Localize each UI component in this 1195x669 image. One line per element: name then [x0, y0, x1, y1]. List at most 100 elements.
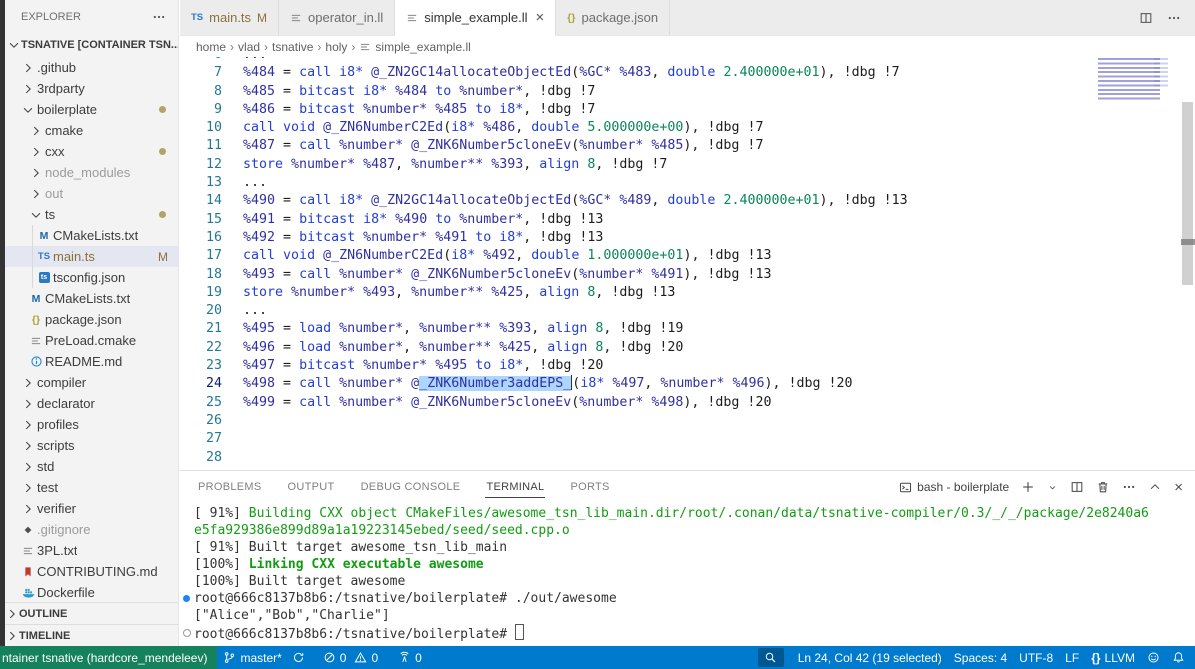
panel-tab-ports[interactable]: PORTS: [569, 477, 610, 498]
tree-folder-profiles[interactable]: profiles: [5, 414, 178, 435]
tree-file-cmakelists-txt[interactable]: M CMakeLists.txt: [5, 288, 178, 309]
panel-tab-problems[interactable]: PROBLEMS: [197, 477, 263, 498]
tree-folder-3rdparty[interactable]: 3rdparty: [5, 78, 178, 99]
panel-tab-terminal[interactable]: TERMINAL: [485, 477, 546, 498]
chevron-right-icon: [27, 124, 45, 138]
tree-folder-declarator[interactable]: declarator: [5, 393, 178, 414]
tree-file-cmakelists-txt[interactable]: M CMakeLists.txt: [5, 225, 178, 246]
more-actions-icon[interactable]: [1167, 11, 1181, 25]
tree-item-label: package.json: [45, 312, 122, 327]
sidebar-panel-outline[interactable]: OUTLINE: [5, 602, 178, 624]
file-tree: .github 3rdparty boilerplate cmake cxx node_m…: [5, 57, 178, 603]
panel-tab-debug-console[interactable]: DEBUG CONSOLE: [360, 477, 462, 498]
tree-file-package-json[interactable]: {} package.json: [5, 309, 178, 330]
maximize-panel-icon[interactable]: [1148, 480, 1162, 494]
tab-package-json[interactable]: {} package.json: [556, 0, 671, 35]
tree-item-label: 3rdparty: [37, 81, 85, 96]
tab-label: main.ts: [209, 10, 252, 25]
language-mode-item[interactable]: {} LLVM: [1085, 646, 1141, 669]
tree-folder-cxx[interactable]: cxx: [5, 141, 178, 162]
tree-folder-std[interactable]: std: [5, 456, 178, 477]
line-number: 25: [205, 394, 222, 410]
problems-item[interactable]: 0 0: [317, 646, 384, 669]
close-panel-icon[interactable]: ×: [1174, 480, 1183, 495]
screencast-zoom-indicator[interactable]: [757, 648, 784, 667]
tree-folder-test[interactable]: test: [5, 477, 178, 498]
tree-folder-verifier[interactable]: verifier: [5, 498, 178, 519]
split-terminal-icon[interactable]: [1070, 480, 1084, 494]
breadcrumb-file[interactable]: simple_example.ll: [359, 40, 471, 54]
tree-folder-ts[interactable]: ts: [5, 204, 178, 225]
indentation-item[interactable]: Spaces: 4: [948, 646, 1013, 669]
bottom-panel: PROBLEMS OUTPUT DEBUG CONSOLE TERMINAL PORTS…: [180, 470, 1195, 646]
tree-folder-node-modules[interactable]: node_modules: [5, 162, 178, 183]
code-line-16: 16 %492 = bitcast %number* %491 to i8*, !…: [180, 229, 1181, 247]
terminal-content[interactable]: [ 91%] Building CXX object CMakeFiles/aw…: [180, 505, 1181, 646]
split-editor-icon[interactable]: [1139, 11, 1153, 25]
code-line-6: 6...: [180, 57, 1181, 64]
tab-simple-example-ll[interactable]: simple_example.ll ×: [395, 0, 557, 36]
terminal-dropdown-icon[interactable]: [1047, 482, 1058, 493]
feedback-item[interactable]: [1141, 646, 1166, 669]
tree-file-dockerfile[interactable]: Dockerfile: [5, 582, 178, 603]
ports-item[interactable]: 0: [392, 646, 428, 669]
breadcrumb-item-tsnative[interactable]: tsnative: [272, 40, 313, 54]
tree-item-label: verifier: [37, 501, 77, 516]
workspace-section-header[interactable]: TSNATIVE [CONTAINER TSN...: [5, 34, 178, 56]
line-number: 7: [213, 65, 222, 81]
tree-folder-compiler[interactable]: compiler: [5, 372, 178, 393]
tree-folder-out[interactable]: out: [5, 183, 178, 204]
code-line-22: 22 %496 = load %number*, %number** %425, …: [180, 339, 1181, 357]
close-tab-icon[interactable]: ×: [536, 10, 545, 25]
tab-main-ts[interactable]: TS main.ts M: [180, 0, 280, 35]
tree-folder--github[interactable]: .github: [5, 57, 178, 78]
tree-item-label: PreLoad.cmake: [45, 333, 137, 348]
explorer-more-actions-icon[interactable]: [152, 10, 166, 24]
breadcrumb-item-home[interactable]: home: [196, 40, 226, 54]
chevron-right-icon: [19, 397, 37, 411]
notifications-item[interactable]: [1166, 646, 1195, 669]
tree-file-tsconfig-json[interactable]: ts tsconfig.json: [5, 267, 178, 288]
scrollbar-thumb[interactable]: [1182, 102, 1193, 285]
tree-item-label: cxx: [45, 144, 65, 159]
terminal-line: [ 91%] Building CXX object CMakeFiles/aw…: [194, 506, 1149, 521]
code-line-18: 18 %493 = call %number* @_ZNK6Number5clon…: [180, 266, 1181, 284]
lines-icon: [406, 12, 418, 24]
remote-indicator[interactable]: ntainer tsnative (hardcore_mendeleev): [0, 646, 218, 669]
new-terminal-icon[interactable]: [1021, 480, 1035, 494]
tree-file-preload-cmake[interactable]: PreLoad.cmake: [5, 330, 178, 351]
git-branch-item[interactable]: master*: [217, 646, 310, 669]
code-line-7: 7 %484 = call i8* @_ZN2GC14allocateObject…: [180, 64, 1181, 82]
kill-terminal-icon[interactable]: [1096, 480, 1110, 494]
tab-operator-in-ll[interactable]: operator_in.ll: [279, 0, 396, 35]
tree-folder-cmake[interactable]: cmake: [5, 120, 178, 141]
line-content: %495 = load %number*, %number** %393, al…: [243, 321, 684, 337]
tree-folder-boilerplate[interactable]: boilerplate: [5, 99, 178, 120]
breadcrumb-item-vlad[interactable]: vlad: [238, 40, 260, 54]
terminal-icon: [899, 481, 912, 494]
tree-file-contributing-md[interactable]: CONTRIBUTING.md: [5, 561, 178, 582]
editor-code-area[interactable]: 6...7%484 = call i8* @_ZN2GC14allocateOb…: [180, 57, 1181, 470]
terminal-instance[interactable]: bash - boilerplate: [899, 480, 1009, 494]
eol-item[interactable]: LF: [1059, 646, 1085, 669]
tree-file-3pl-txt[interactable]: 3PL.txt: [5, 540, 178, 561]
breadcrumb-item-holy[interactable]: holy: [325, 40, 347, 54]
code-line-17: 17 call void @_ZN6NumberC2Ed(i8* %492, do…: [180, 247, 1181, 265]
sidebar-panel-timeline[interactable]: TIMELINE: [5, 624, 178, 646]
cursor-position-item[interactable]: Ln 24, Col 42 (19 selected): [792, 646, 948, 669]
git-modified-dot: [159, 106, 166, 113]
lines-icon: [19, 545, 37, 557]
chevron-down-icon: [19, 103, 37, 117]
encoding-item[interactable]: UTF-8: [1013, 646, 1059, 669]
editor-actions: [1139, 0, 1181, 36]
code-line-28: 28: [180, 449, 1181, 467]
code-line-26: 26: [180, 412, 1181, 430]
indentation-label: Spaces: 4: [953, 650, 1008, 665]
tree-folder-scripts[interactable]: scripts: [5, 435, 178, 456]
panel-more-actions-icon[interactable]: [1122, 480, 1136, 494]
minimap[interactable]: [1098, 58, 1168, 102]
tree-file-main-ts[interactable]: TS main.ts M: [5, 246, 178, 267]
tree-file--gitignore[interactable]: .gitignore: [5, 519, 178, 540]
panel-tab-output[interactable]: OUTPUT: [287, 477, 336, 498]
tree-file-readme-md[interactable]: README.md: [5, 351, 178, 372]
